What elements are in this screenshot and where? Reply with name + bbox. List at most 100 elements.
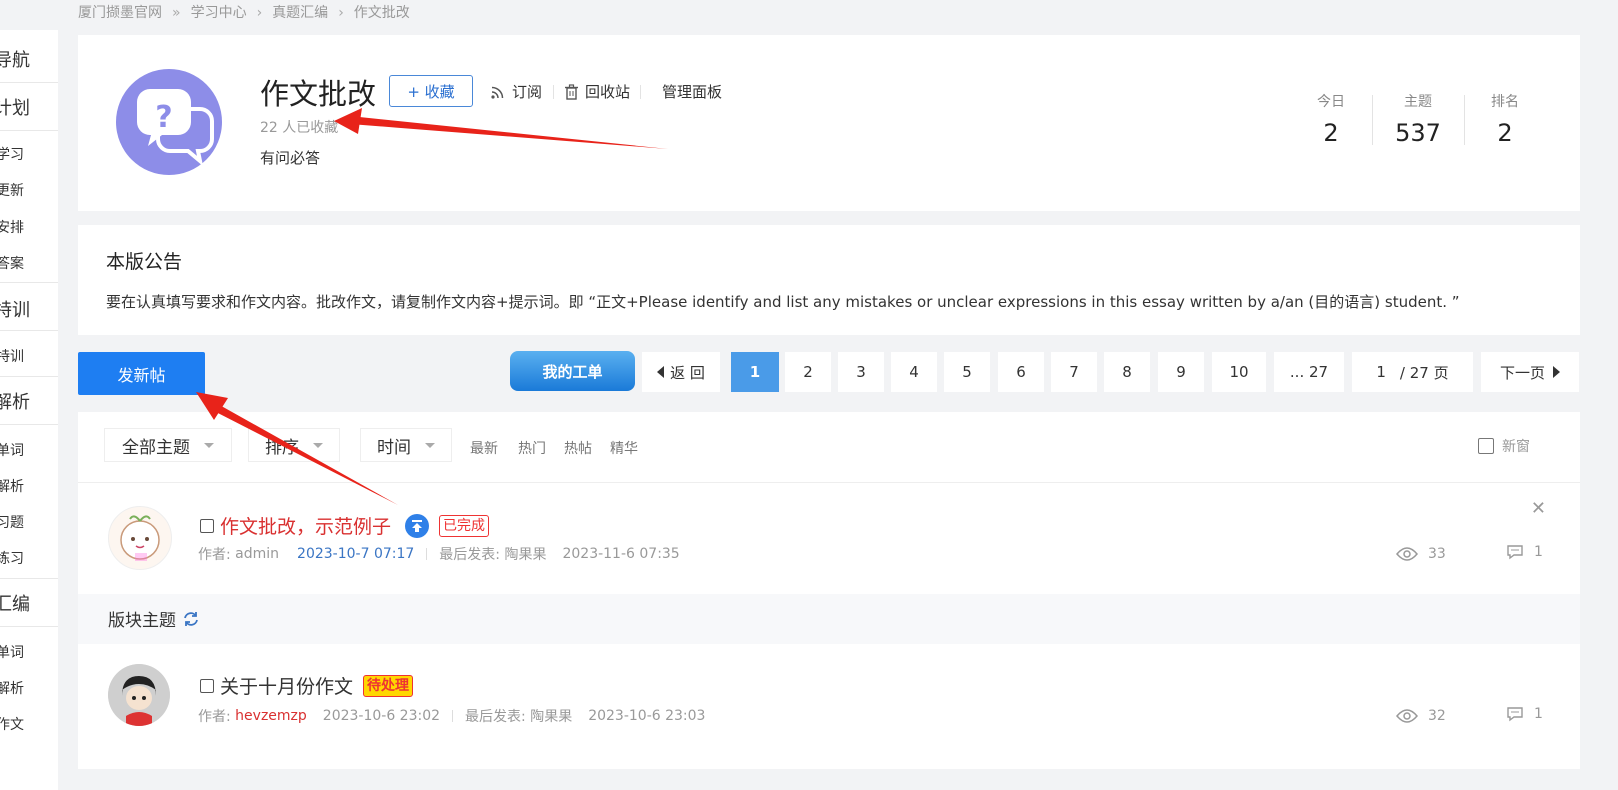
author-link[interactable]: admin (235, 546, 279, 562)
breadcrumb: 厦门撷墨官网 » 学习中心 › 真题汇编 › 作文批改 (78, 2, 410, 22)
breadcrumb-home[interactable]: 厦门撷墨官网 (78, 5, 162, 21)
filter-hot[interactable]: 热帖 (564, 438, 592, 458)
sidebar-item-words[interactable]: 单词 (0, 440, 24, 460)
thread-checkbox[interactable] (200, 518, 214, 533)
next-page-button[interactable]: 下一页 (1481, 352, 1579, 392)
back-button[interactable]: 返 回 (642, 352, 720, 392)
last-post-label: 最后发表: (439, 547, 501, 563)
left-sidebar: 导航 计划 学习 更新 安排 答案 特训 特训 解析 单词 解析 习题 练习 汇… (0, 30, 58, 790)
chevron-right-icon (1553, 366, 1560, 378)
sidebar-item-answers[interactable]: 答案 (0, 253, 24, 273)
forum-title: 作文批改 (260, 77, 377, 111)
caret-down-icon (313, 442, 323, 448)
page-link[interactable]: 9 (1158, 352, 1204, 392)
forum-description: 有问必答 (260, 149, 321, 167)
reply-count: 1 (1506, 706, 1543, 722)
thread-checkbox[interactable] (200, 678, 214, 693)
sidebar-item-update[interactable]: 更新 (0, 180, 24, 200)
dropdown-label: 排序 (265, 437, 299, 458)
sidebar-item-compilation[interactable]: 汇编 (0, 590, 30, 616)
stat-label: 今日 (1317, 94, 1345, 110)
sidebar-item-study[interactable]: 学习 (0, 144, 24, 164)
page-link[interactable]: 10 (1212, 352, 1266, 392)
new-post-button[interactable]: 发新帖 (78, 352, 205, 395)
recycle-bin-link[interactable]: 回收站 (564, 81, 630, 102)
chevron-left-icon (657, 366, 665, 378)
sidebar-item-schedule[interactable]: 安排 (0, 217, 24, 237)
breadcrumb-past-papers[interactable]: 真题汇编 (272, 5, 328, 21)
sidebar-item-essay[interactable]: 作文 (0, 714, 24, 734)
sidebar-item-analysis[interactable]: 解析 (0, 388, 30, 414)
question-chat-icon: ? (116, 69, 222, 175)
divider (0, 330, 58, 331)
new-window-checkbox[interactable] (1478, 438, 1494, 454)
page-total: / 27 页 (1399, 363, 1449, 382)
reply-count-value: 1 (1534, 706, 1543, 722)
thread-title[interactable]: 作文批改，示范例子 已完成 (200, 512, 490, 539)
eye-icon (1396, 547, 1418, 561)
sidebar-item-exercises[interactable]: 习题 (0, 512, 24, 532)
status-badge-pending: 待处理 (363, 674, 414, 697)
refresh-icon[interactable] (182, 610, 200, 628)
recycle-bin-label: 回收站 (585, 83, 631, 101)
page-jump-input[interactable]: 1 (1376, 363, 1386, 381)
filter-popular[interactable]: 热门 (518, 438, 546, 458)
time-dropdown[interactable]: 时间 (360, 428, 452, 462)
last-post-time: 2023-11-6 07:35 (562, 546, 680, 562)
thread-title-text[interactable]: 作文批改，示范例子 (220, 512, 391, 539)
page-link-current[interactable]: 1 (731, 352, 779, 392)
avatar[interactable] (108, 664, 170, 726)
dropdown-label: 时间 (377, 437, 411, 458)
stat-label: 排名 (1491, 94, 1519, 110)
close-icon[interactable]: ✕ (1531, 498, 1546, 519)
page-link[interactable]: 4 (891, 352, 937, 392)
stat-value: 537 (1395, 119, 1441, 147)
sidebar-item-analysis-2[interactable]: 解析 (0, 678, 24, 698)
sticky-thread-row: 作文批改，示范例子 已完成 作者: admin 2023-10-7 07:17 … (78, 482, 1580, 594)
page-link[interactable]: 8 (1104, 352, 1150, 392)
sort-dropdown[interactable]: 排序 (248, 428, 340, 462)
sidebar-item-training[interactable]: 特训 (0, 296, 30, 322)
topic-filter-dropdown[interactable]: 全部主题 (104, 428, 232, 462)
filter-bar: 全部主题 排序 时间 最新 热门 热帖 精华 新窗 (78, 412, 1580, 483)
view-count-value: 33 (1428, 546, 1446, 562)
page-link-last[interactable]: ... 27 (1274, 352, 1344, 392)
subscribe-link[interactable]: 订阅 (490, 81, 542, 102)
last-poster-link[interactable]: 陶果果 (504, 544, 546, 564)
page-link[interactable]: 2 (785, 352, 831, 392)
breadcrumb-current[interactable]: 作文批改 (354, 5, 410, 21)
divider (0, 578, 58, 579)
last-poster-link[interactable]: 陶果果 (530, 706, 572, 726)
status-badge-completed: 已完成 (439, 514, 490, 537)
author-link[interactable]: hevzemzp (235, 708, 307, 724)
section-header: 版块主题 (78, 594, 1580, 644)
breadcrumb-study-center[interactable]: 学习中心 (191, 5, 247, 21)
breadcrumb-separator: › (256, 5, 263, 21)
admin-panel-link[interactable]: 管理面板 (662, 81, 722, 102)
favorite-button[interactable]: + 收藏 (389, 75, 473, 107)
thread-title[interactable]: 关于十月份作文 待处理 (200, 672, 414, 699)
page-link[interactable]: 6 (998, 352, 1044, 392)
page-link[interactable]: 7 (1051, 352, 1097, 392)
sidebar-item-analysis-sub[interactable]: 解析 (0, 476, 24, 496)
avatar[interactable] (108, 506, 172, 570)
filter-digest[interactable]: 精华 (610, 438, 638, 458)
sidebar-item-practice[interactable]: 练习 (0, 548, 24, 568)
sidebar-item-training-sub[interactable]: 特训 (0, 346, 24, 366)
new-window-toggle[interactable]: 新窗 (1478, 436, 1530, 456)
filter-latest[interactable]: 最新 (470, 438, 498, 458)
announcement-body: 要在认真填写要求和作文内容。批改作文，请复制作文内容+提示词。即 “正文+Ple… (106, 293, 1460, 311)
divider (1464, 95, 1465, 145)
favorite-count: 22 人已收藏 (260, 120, 339, 136)
thread-title-text[interactable]: 关于十月份作文 (220, 672, 353, 699)
divider (1372, 95, 1373, 145)
sidebar-item-plan[interactable]: 计划 (0, 94, 30, 120)
author-label: 作者: (198, 709, 231, 725)
divider (0, 376, 58, 377)
sidebar-item-nav[interactable]: 导航 (0, 46, 30, 72)
my-tickets-button[interactable]: 我的工单 (510, 351, 635, 391)
sidebar-item-words-2[interactable]: 单词 (0, 642, 24, 662)
reply-count-value: 1 (1534, 544, 1543, 560)
page-link[interactable]: 5 (944, 352, 990, 392)
page-link[interactable]: 3 (838, 352, 884, 392)
